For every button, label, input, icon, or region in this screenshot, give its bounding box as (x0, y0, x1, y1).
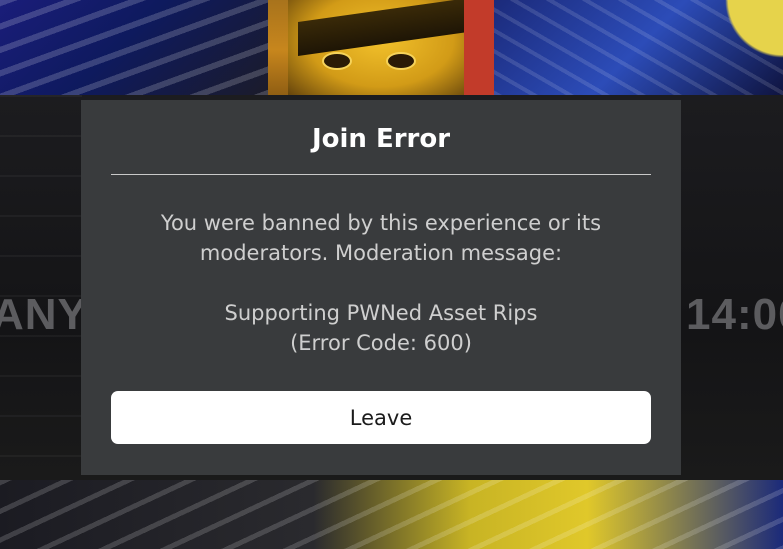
background-clock-text: 14:00 (686, 290, 783, 339)
dialog-message: You were banned by this experience or it… (121, 208, 641, 358)
background-lines (0, 95, 82, 480)
poster-left-eye (322, 52, 352, 70)
leave-button[interactable]: Leave (111, 391, 651, 444)
poster-red-strip (464, 0, 494, 100)
title-divider (111, 174, 651, 175)
message-line-1: You were banned by this experience or it… (160, 211, 602, 235)
background-scene-top-left (0, 0, 270, 95)
background-scene-top-right (494, 0, 783, 95)
moderation-message: Supporting PWNed Asset Rips (224, 301, 538, 325)
background-poster-image (268, 0, 494, 100)
background-scene-bottom (0, 480, 783, 549)
error-code: (Error Code: 600) (290, 331, 472, 355)
poster-right-eye (386, 52, 416, 70)
game-screen: ANYW 14:00 Join Error You were banned by… (0, 0, 783, 549)
dialog-title: Join Error (311, 124, 451, 154)
join-error-dialog: Join Error You were banned by this exper… (81, 100, 681, 475)
message-line-2: moderators. Moderation message: (199, 241, 563, 265)
